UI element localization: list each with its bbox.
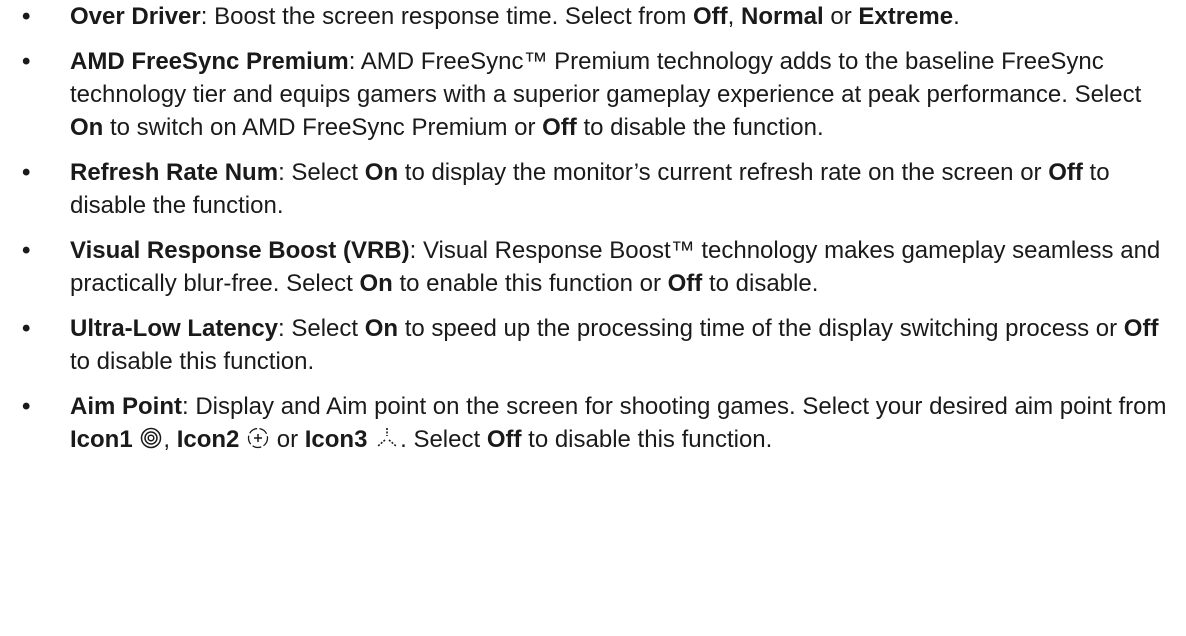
item-term: Over Driver [70,3,201,30]
item-desc: : Boost the screen response time. Select… [200,3,693,30]
item-desc: , [727,3,741,30]
list-item-visual-response-boost: • Visual Response Boost (VRB): Visual Re… [22,234,1172,300]
item-text: Visual Response Boost (VRB): Visual Resp… [70,234,1172,300]
item-term: AMD FreeSync Premium [70,48,349,75]
option-keyword: Off [1048,159,1083,186]
bullet: • [22,3,31,30]
item-term: Refresh Rate Num [70,159,279,186]
option-keyword: Off [667,270,703,297]
item-desc: , [163,426,177,453]
item-term: Aim Point [70,393,182,420]
item-desc: to display the monitor’s current refresh… [398,159,1049,186]
item-desc: or [823,3,859,30]
option-keyword: Off [486,426,522,453]
item-text: Over Driver: Boost the screen response t… [70,0,1172,33]
item-term: Ultra-Low Latency [70,315,279,342]
list-item-refresh-rate-num: • Refresh Rate Num: Select On to display… [22,156,1172,222]
tri-dash-crosshair-icon [375,427,399,449]
option-keyword: On [364,159,399,186]
list-item-aim-point: • Aim Point: Display and Aim point on th… [22,390,1172,456]
list-item-amd-freesync-premium: • AMD FreeSync Premium: AMD FreeSync™ Pr… [22,45,1172,144]
option-keyword: On [364,315,399,342]
item-desc: to enable this function or [392,270,668,297]
bullet: • [22,315,31,342]
item-desc: : Display and Aim point on the screen fo… [182,393,1167,420]
item-desc: : Select [278,315,365,342]
option-keyword: Normal [740,3,824,30]
item-text: Ultra-Low Latency: Select On to speed up… [70,312,1172,378]
item-desc: or [270,426,305,453]
item-text: Aim Point: Display and Aim point on the … [70,390,1172,456]
bullet: • [22,237,31,264]
item-desc: to disable. [702,270,819,297]
item-desc: to disable this function. [521,426,773,453]
option-keyword: Off [1123,315,1159,342]
option-keyword: Icon3 [304,426,368,453]
item-term: Visual Response Boost (VRB) [70,237,410,264]
option-keyword: Icon2 [176,426,240,453]
item-desc: to disable the function. [576,114,824,141]
feature-list: • Over Driver: Boost the screen response… [22,0,1172,456]
item-desc: : Select [278,159,365,186]
item-desc: to speed up the processing time of the d… [398,315,1124,342]
bullet: • [22,48,31,75]
item-text: AMD FreeSync Premium: AMD FreeSync™ Prem… [70,45,1172,144]
item-desc: . [953,3,960,30]
item-desc: to disable this function. [70,348,315,375]
option-keyword: Extreme [858,3,954,30]
item-desc: . Select [400,426,487,453]
list-item-over-driver: • Over Driver: Boost the screen response… [22,0,1172,33]
item-text: Refresh Rate Num: Select On to display t… [70,156,1172,222]
item-desc: to switch on AMD FreeSync Premium or [103,114,543,141]
option-keyword: Icon1 [70,426,133,453]
option-keyword: Off [692,3,728,30]
bullet: • [22,159,31,186]
bullet: • [22,393,31,420]
option-keyword: On [70,114,104,141]
option-keyword: On [359,270,393,297]
target-rings-icon [140,427,162,449]
list-item-ultra-low-latency: • Ultra-Low Latency: Select On to speed … [22,312,1172,378]
option-keyword: Off [542,114,577,141]
circle-crosshair-icon [247,427,269,449]
